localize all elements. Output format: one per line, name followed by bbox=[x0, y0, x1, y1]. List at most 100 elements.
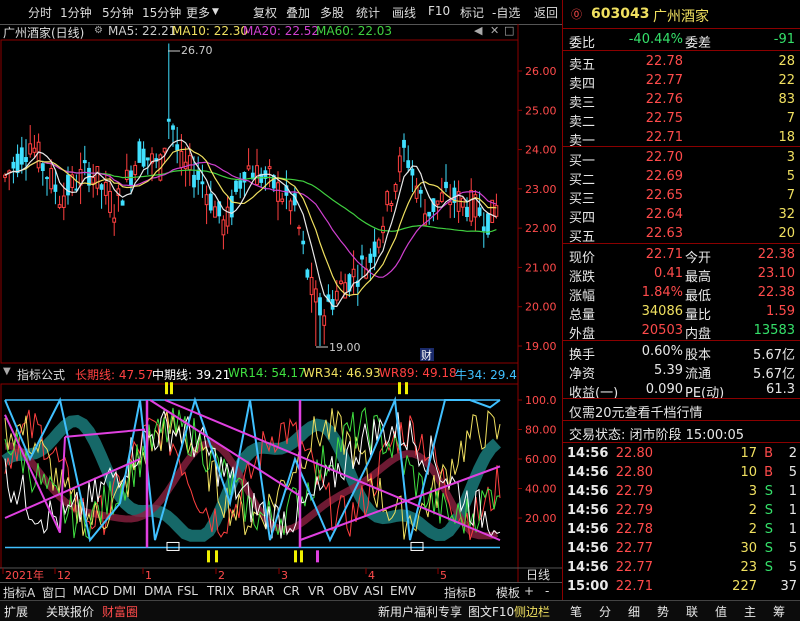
candle-body bbox=[57, 204, 62, 208]
tick-row: 14:56 22.79 3 S 1 bbox=[563, 482, 800, 501]
tab-emv[interactable]: EMV bbox=[390, 584, 416, 598]
tab-obv[interactable]: OBV bbox=[333, 584, 359, 598]
tick-time: 14:56 bbox=[567, 465, 609, 480]
tab-template[interactable]: 模板 bbox=[496, 584, 520, 601]
stat-row: 总量 34086 量比 1.59 bbox=[563, 302, 800, 323]
candle-body bbox=[32, 147, 37, 153]
fund-value: 0.60% bbox=[641, 344, 683, 359]
tick-price: 22.79 bbox=[615, 503, 653, 518]
candlestick-series bbox=[3, 43, 499, 346]
indicator-name[interactable]: 指标公式 bbox=[17, 366, 65, 383]
toolbar-tongji[interactable]: 统计 bbox=[356, 4, 380, 21]
panel-icon-0[interactable]: 笔 bbox=[570, 603, 582, 620]
tab-dmi[interactable]: DMI bbox=[113, 584, 136, 598]
panel-icon-4[interactable]: 联 bbox=[686, 603, 698, 620]
box-marker bbox=[166, 541, 180, 551]
toolbar-duogu[interactable]: 多股 bbox=[320, 4, 344, 21]
signal-marker bbox=[294, 550, 297, 563]
price-tick: 25.00 bbox=[525, 104, 557, 117]
panel-icon-1[interactable]: 分 bbox=[599, 603, 611, 620]
weicha-value: -91 bbox=[773, 32, 795, 47]
tab-brar[interactable]: BRAR bbox=[242, 584, 275, 598]
candle-body bbox=[175, 144, 180, 151]
tab-add[interactable]: + bbox=[524, 584, 534, 598]
tick-row: 14:56 22.77 30 S 5 bbox=[563, 539, 800, 558]
trade-status-row: 交易状态: 闭市阶段 15:00:05 bbox=[563, 422, 800, 443]
status-newuser[interactable]: 新用户福利专享 bbox=[378, 603, 462, 620]
tab-cr[interactable]: CR bbox=[283, 584, 300, 598]
tick-side: S bbox=[764, 484, 773, 499]
tick-volume: 3 bbox=[748, 484, 757, 499]
panel-icon-6[interactable]: 主 bbox=[744, 603, 756, 620]
toolbar-15min[interactable]: 15分钟 bbox=[142, 4, 181, 21]
toolbar-zixuan[interactable]: -自选 bbox=[492, 4, 520, 21]
buy-price: 22.69 bbox=[645, 169, 683, 184]
tab-indicator-b[interactable]: 指标B bbox=[444, 584, 476, 601]
promo-row[interactable]: 仅需20元查看千档行情 bbox=[563, 400, 800, 421]
tick-time: 14:56 bbox=[567, 446, 609, 461]
panel-icon-2[interactable]: 细 bbox=[628, 603, 640, 620]
candle-body bbox=[465, 206, 469, 218]
ma5-line bbox=[4, 139, 497, 308]
sell-price: 22.71 bbox=[645, 130, 683, 145]
tick-count: 1 bbox=[788, 484, 797, 499]
window-close-icon[interactable]: ✕ bbox=[490, 24, 499, 37]
tab-window[interactable]: 窗口 bbox=[42, 584, 66, 601]
candle-body bbox=[477, 207, 482, 216]
prev-arrow-icon[interactable]: ◀ bbox=[474, 24, 482, 37]
settings-gear-icon[interactable]: ⚙ bbox=[94, 25, 103, 36]
toolbar-biaoji[interactable]: 标记 bbox=[460, 4, 484, 21]
candle-body bbox=[183, 161, 188, 170]
toolbar-more[interactable]: 更多 bbox=[186, 4, 210, 21]
stock-code: 603043 bbox=[591, 6, 650, 22]
tab-asi[interactable]: ASI bbox=[364, 584, 383, 598]
tick-price: 22.77 bbox=[615, 541, 653, 556]
tab-vr[interactable]: VR bbox=[308, 584, 325, 598]
tick-row: 14:56 22.79 2 S 1 bbox=[563, 501, 800, 520]
tab-trix[interactable]: TRIX bbox=[207, 584, 234, 598]
toolbar-diejia[interactable]: 叠加 bbox=[286, 4, 310, 21]
stat-row: 涨幅 1.84% 最低 22.38 bbox=[563, 283, 800, 304]
tab-indicator-a[interactable]: 指标A bbox=[3, 584, 35, 601]
sell-volume: 83 bbox=[778, 92, 795, 107]
window-max-icon[interactable]: □ bbox=[504, 24, 514, 37]
signal-marker bbox=[165, 382, 168, 395]
toolbar-f10[interactable]: F10 bbox=[428, 4, 450, 18]
signal-marker bbox=[316, 550, 319, 563]
status-expand[interactable]: 扩展 bbox=[4, 603, 28, 620]
tab-remove[interactable]: - bbox=[545, 584, 549, 598]
panel-icon-5[interactable]: 值 bbox=[715, 603, 727, 620]
tab-dma[interactable]: DMA bbox=[144, 584, 172, 598]
promo-text[interactable]: 仅需20元查看千档行情 bbox=[569, 402, 703, 421]
sell-level-2: 卖二 22.75 7 bbox=[563, 109, 800, 130]
status-related-quote[interactable]: 关联报价 bbox=[46, 603, 94, 620]
panel-icon-3[interactable]: 势 bbox=[657, 603, 669, 620]
box-marker bbox=[410, 541, 424, 551]
tab-fsl[interactable]: FSL bbox=[177, 584, 198, 598]
tab-macd[interactable]: MACD bbox=[73, 584, 109, 598]
toolbar-fenshi[interactable]: 分时 bbox=[28, 4, 52, 21]
candle-body bbox=[322, 315, 327, 326]
toolbar-1min[interactable]: 1分钟 bbox=[60, 4, 92, 21]
indicator-title-row: ▼ 指标公式 长期线: 47.57 中期线: 39.21 WR14: 54.17… bbox=[0, 366, 518, 382]
indicator-tab-bar: 指标A 窗口 MACD DMI DMA FSL TRIX BRAR CR VR … bbox=[0, 582, 562, 601]
status-sidebar[interactable]: 侧边栏 bbox=[514, 603, 550, 620]
toolbar-back[interactable]: 返回 bbox=[534, 4, 558, 21]
candle-body bbox=[238, 180, 243, 189]
toolbar-fuquan[interactable]: 复权 bbox=[253, 4, 277, 21]
toolbar-5min[interactable]: 5分钟 bbox=[102, 4, 134, 21]
toolbar-huaxian[interactable]: 画线 bbox=[392, 4, 416, 21]
candle-body bbox=[36, 141, 41, 169]
indicator-dropdown-icon[interactable]: ▼ bbox=[3, 366, 11, 377]
panel-icon-7[interactable]: 筹 bbox=[773, 603, 785, 620]
more-dropdown-icon[interactable]: ▼ bbox=[212, 7, 219, 17]
tick-time: 14:56 bbox=[567, 541, 609, 556]
candle-body bbox=[11, 161, 16, 169]
fund-value: 61.3 bbox=[766, 382, 795, 397]
candle-body bbox=[334, 290, 339, 301]
candle-body bbox=[28, 143, 33, 155]
status-f10[interactable]: 图文F10 bbox=[468, 603, 514, 620]
status-wealth-circle[interactable]: 财富圈 bbox=[102, 603, 138, 620]
chart-canvas[interactable]: 26.70 19.00 财 26.0025.0024.0023.0022.002… bbox=[0, 24, 562, 582]
tick-row: 14:56 22.80 17 B 2 bbox=[563, 444, 800, 463]
